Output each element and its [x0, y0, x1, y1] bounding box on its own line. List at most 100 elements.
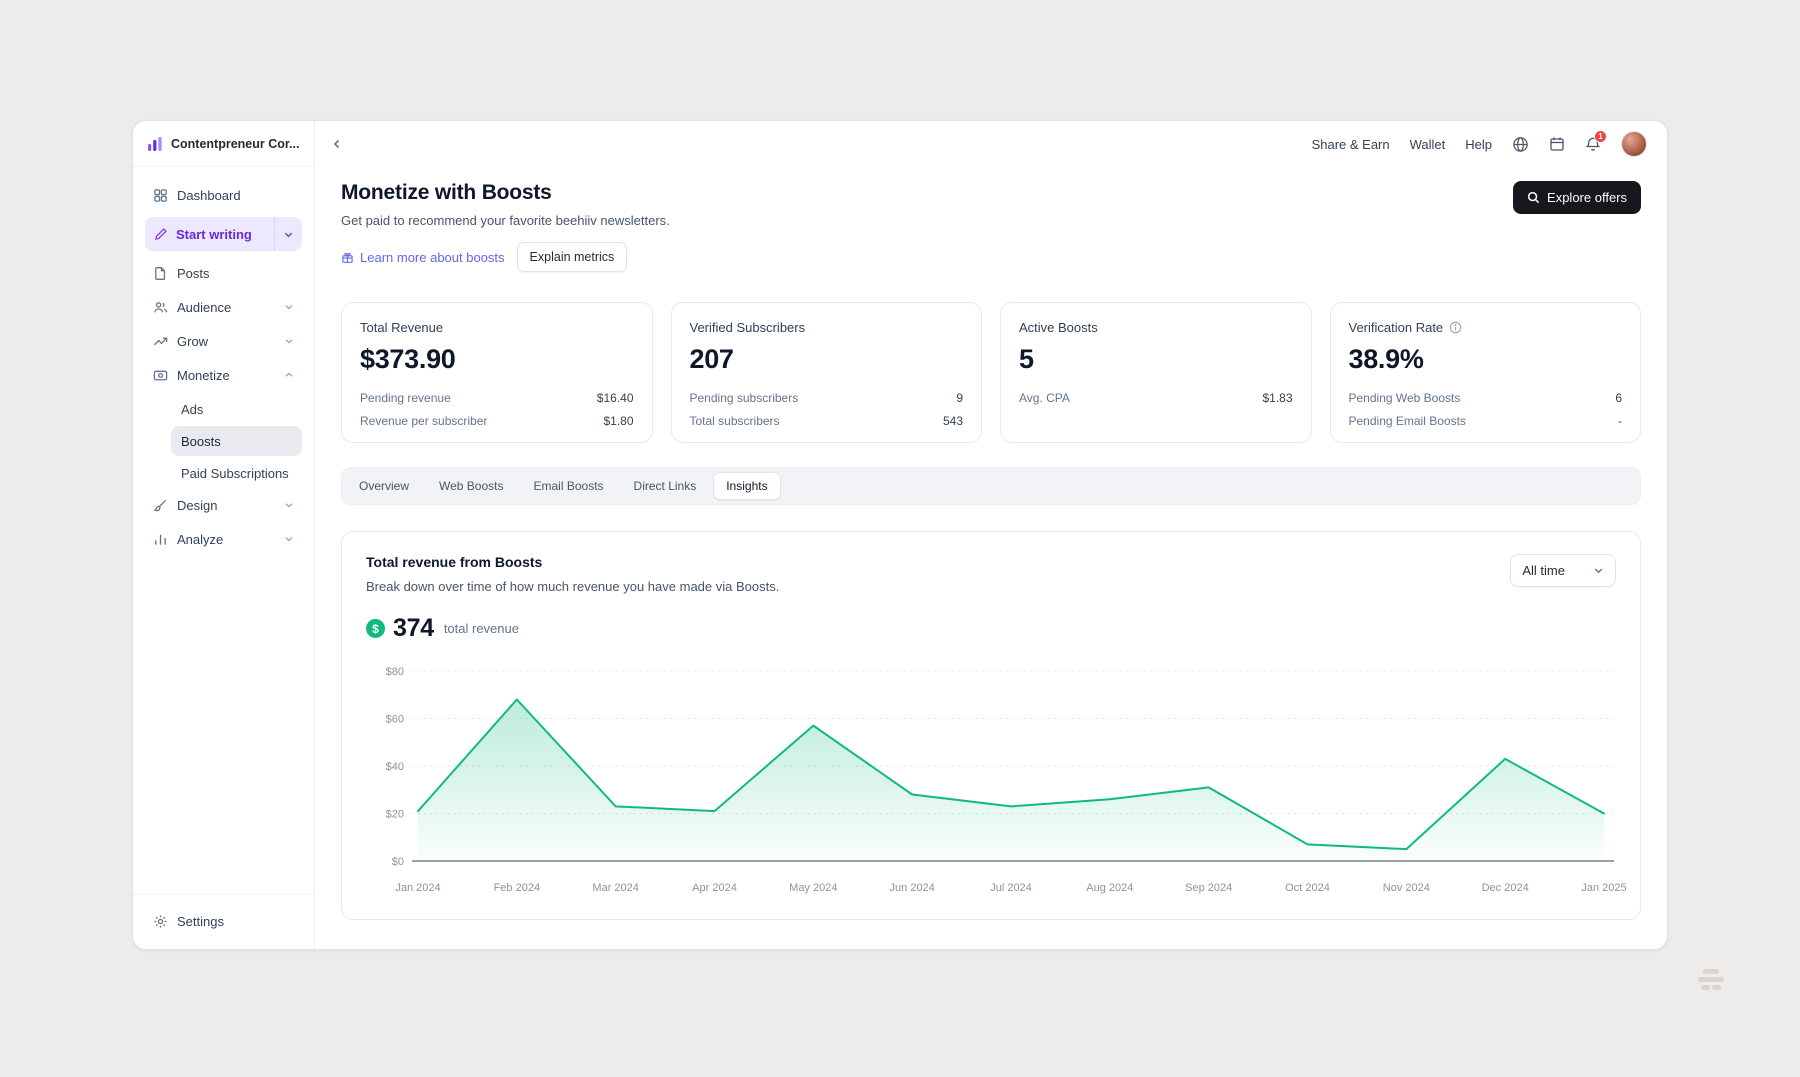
avatar[interactable]: [1621, 131, 1647, 157]
time-range-select[interactable]: All time: [1510, 554, 1616, 587]
stats-row: Total Revenue $373.90 Pending revenue$16…: [341, 302, 1641, 443]
revenue-chart-wrap: $0$20$40$60$80Jan 2024Feb 2024Mar 2024Ap…: [366, 657, 1616, 909]
start-writing-dropdown[interactable]: [274, 217, 302, 251]
globe-icon[interactable]: [1512, 136, 1529, 153]
sidebar-item-settings[interactable]: Settings: [145, 905, 302, 937]
sidebar-item-design[interactable]: Design: [145, 489, 302, 521]
tab-email-boosts[interactable]: Email Boosts: [521, 472, 617, 500]
svg-text:Jan 2025: Jan 2025: [1581, 882, 1626, 894]
svg-text:Jan 2024: Jan 2024: [395, 882, 440, 894]
stat-row-label: Avg. CPA: [1019, 391, 1070, 405]
svg-text:Oct 2024: Oct 2024: [1285, 882, 1330, 894]
pencil-icon: [154, 227, 168, 241]
tab-direct-links[interactable]: Direct Links: [621, 472, 710, 500]
start-writing-label: Start writing: [176, 227, 252, 242]
sidebar-item-label: Posts: [177, 266, 210, 281]
tab-web-boosts[interactable]: Web Boosts: [426, 472, 516, 500]
page-subtitle: Get paid to recommend your favorite beeh…: [341, 213, 670, 228]
sidebar-item-label: Design: [177, 498, 217, 513]
stat-value: 5: [1019, 344, 1293, 375]
svg-text:$80: $80: [386, 666, 404, 678]
sidebar-item-monetize[interactable]: Monetize: [145, 359, 302, 391]
dashboard-icon: [153, 188, 168, 203]
workspace-logo-icon: [147, 136, 163, 152]
sidebar-item-dashboard[interactable]: Dashboard: [145, 179, 302, 211]
svg-text:Nov 2024: Nov 2024: [1383, 882, 1430, 894]
bell-icon[interactable]: 1: [1585, 136, 1601, 153]
workspace-name: Contentpreneur Cor...: [171, 137, 299, 151]
wallet-link[interactable]: Wallet: [1410, 137, 1446, 152]
stat-title: Verified Subscribers: [690, 320, 806, 335]
stat-value: $373.90: [360, 344, 634, 375]
chevron-down-icon: [284, 500, 294, 510]
tab-insights[interactable]: Insights: [713, 472, 780, 500]
document-icon: [153, 266, 168, 281]
sidebar-item-ads[interactable]: Ads: [171, 394, 302, 424]
stat-row-value: $1.80: [603, 414, 633, 428]
total-revenue-value: 374: [393, 614, 434, 643]
explain-metrics-button[interactable]: Explain metrics: [517, 242, 628, 272]
notification-badge: 1: [1594, 130, 1607, 143]
info-icon[interactable]: [1449, 321, 1462, 334]
revenue-card-title: Total revenue from Boosts: [366, 554, 779, 570]
chevron-down-icon: [284, 336, 294, 346]
sidebar-item-posts[interactable]: Posts: [145, 257, 302, 289]
stat-row-value: 6: [1615, 391, 1622, 405]
time-range-value: All time: [1522, 563, 1565, 578]
svg-text:Jul 2024: Jul 2024: [990, 882, 1032, 894]
beehiiv-watermark-logo: [1692, 966, 1730, 1003]
tab-overview[interactable]: Overview: [346, 472, 422, 500]
workspace-switcher[interactable]: Contentpreneur Cor...: [133, 121, 314, 167]
page-content: Monetize with Boosts Get paid to recomme…: [315, 167, 1667, 949]
svg-text:Dec 2024: Dec 2024: [1482, 882, 1529, 894]
revenue-area-chart: $0$20$40$60$80Jan 2024Feb 2024Mar 2024Ap…: [366, 657, 1619, 909]
main-area: Share & Earn Wallet Help 1 Monetize with…: [315, 121, 1667, 949]
calendar-icon[interactable]: [1549, 136, 1565, 152]
sidebar-item-label: Analyze: [177, 532, 223, 547]
sidebar-item-grow[interactable]: Grow: [145, 325, 302, 357]
stat-value: 207: [690, 344, 964, 375]
explore-offers-button[interactable]: Explore offers: [1513, 181, 1641, 214]
total-revenue-label: total revenue: [444, 621, 519, 636]
stat-row-value: $16.40: [597, 391, 634, 405]
svg-text:Aug 2024: Aug 2024: [1086, 882, 1133, 894]
users-icon: [153, 300, 168, 315]
stat-row-value: 543: [943, 414, 963, 428]
bar-chart-icon: [153, 532, 168, 547]
sidebar-bottom: Settings: [133, 894, 314, 949]
svg-text:Jun 2024: Jun 2024: [890, 882, 935, 894]
stat-card-active-boosts: Active Boosts 5 Avg. CPA$1.83: [1000, 302, 1312, 443]
learn-more-link[interactable]: Learn more about boosts: [341, 250, 505, 265]
search-icon: [1527, 191, 1540, 204]
sidebar-item-label: Monetize: [177, 368, 230, 383]
sidebar-collapse-button[interactable]: [325, 132, 349, 156]
sidebar-item-label: Audience: [177, 300, 231, 315]
help-link[interactable]: Help: [1465, 137, 1492, 152]
sidebar-item-paid-subscriptions[interactable]: Paid Subscriptions: [171, 458, 302, 488]
svg-text:Feb 2024: Feb 2024: [494, 882, 540, 894]
share-earn-link[interactable]: Share & Earn: [1312, 137, 1390, 152]
revenue-card-subtitle: Break down over time of how much revenue…: [366, 579, 779, 594]
stat-title: Active Boosts: [1019, 320, 1098, 335]
svg-text:Mar 2024: Mar 2024: [592, 882, 638, 894]
chevron-up-icon: [284, 370, 294, 380]
stat-row-label: Total subscribers: [690, 414, 780, 428]
sidebar-item-boosts[interactable]: Boosts: [171, 426, 302, 456]
sidebar-nav: Dashboard Start writing Posts Audience: [133, 167, 314, 557]
stat-card-total-revenue: Total Revenue $373.90 Pending revenue$16…: [341, 302, 653, 443]
app-window: Contentpreneur Cor... Dashboard Start wr…: [132, 120, 1668, 950]
chevron-down-icon: [1593, 565, 1604, 576]
stat-title: Verification Rate: [1349, 320, 1444, 335]
sidebar-item-label: Paid Subscriptions: [181, 466, 289, 481]
stat-title: Total Revenue: [360, 320, 443, 335]
sidebar-item-label: Grow: [177, 334, 208, 349]
stat-row-value: 9: [956, 391, 963, 405]
start-writing-button[interactable]: Start writing: [145, 217, 302, 251]
sidebar-item-label: Settings: [177, 914, 224, 929]
svg-text:Sep 2024: Sep 2024: [1185, 882, 1232, 894]
learn-more-label: Learn more about boosts: [360, 250, 505, 265]
sidebar-item-analyze[interactable]: Analyze: [145, 523, 302, 555]
boosts-tabs: Overview Web Boosts Email Boosts Direct …: [341, 467, 1641, 505]
sidebar-item-audience[interactable]: Audience: [145, 291, 302, 323]
gear-icon: [153, 914, 168, 929]
